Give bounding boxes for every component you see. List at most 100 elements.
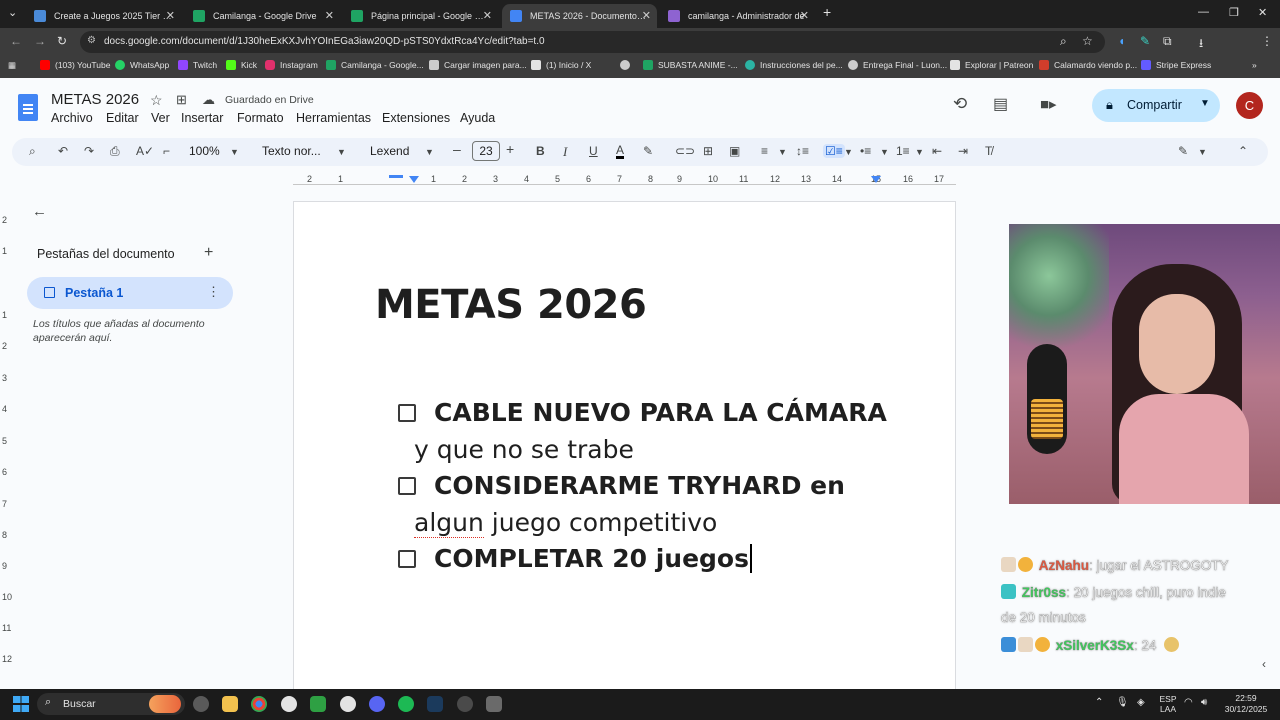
print-icon[interactable]: ⎙ bbox=[110, 144, 120, 159]
add-comment-icon[interactable]: ⊞ bbox=[703, 144, 713, 158]
close-tab-icon[interactable]: ✕ bbox=[642, 9, 651, 22]
document-title[interactable]: METAS 2026 bbox=[51, 91, 139, 108]
browser-menu-icon[interactable]: ⋮ bbox=[1261, 34, 1273, 48]
bookmark-star-icon[interactable]: ☆ bbox=[1082, 34, 1093, 48]
left-indent-marker[interactable] bbox=[409, 176, 419, 183]
horizontal-ruler[interactable]: 2 1 1 2 3 4 5 6 7 8 9 10 11 12 13 14 15 … bbox=[293, 172, 956, 186]
comments-icon[interactable]: ▤ bbox=[993, 94, 1008, 114]
menu-ayuda[interactable]: Ayuda bbox=[460, 111, 495, 125]
more-bookmarks-icon[interactable]: » bbox=[1252, 60, 1257, 70]
apps-grid-icon[interactable]: ▦ bbox=[8, 60, 16, 71]
tray-overflow-icon[interactable]: ⌃ bbox=[1095, 697, 1103, 708]
tab-search-icon[interactable]: ⌄ bbox=[8, 6, 17, 19]
numbered-list-icon[interactable]: 1≡ bbox=[896, 144, 910, 158]
maximize-window-icon[interactable]: ❐ bbox=[1229, 6, 1239, 19]
right-indent-marker[interactable] bbox=[871, 176, 881, 183]
taskbar-search[interactable]: ⌕ Buscar bbox=[37, 693, 185, 715]
settings-gear-icon[interactable] bbox=[340, 696, 356, 712]
menu-insertar[interactable]: Insertar bbox=[181, 111, 223, 125]
document-heading[interactable]: METAS 2026 bbox=[375, 282, 647, 328]
italic-icon[interactable]: I bbox=[563, 144, 567, 160]
bookmark-drive-camilanga[interactable]: Camilanga - Google... bbox=[326, 60, 424, 70]
bulleted-list-icon[interactable]: •≡ bbox=[860, 144, 871, 158]
add-tab-icon[interactable]: + bbox=[204, 244, 213, 262]
back-nav-icon[interactable]: ← bbox=[10, 34, 22, 48]
align-icon[interactable]: ≡ bbox=[761, 144, 768, 158]
spelling-error-word[interactable]: algun bbox=[414, 508, 484, 538]
menu-herramientas[interactable]: Herramientas bbox=[296, 111, 371, 125]
checklist-checkbox[interactable] bbox=[398, 404, 416, 422]
discord-icon[interactable] bbox=[369, 696, 385, 712]
paint-format-icon[interactable]: ⌐ bbox=[163, 144, 170, 158]
bold-icon[interactable]: B bbox=[536, 144, 545, 158]
bookmark-subasta-anime[interactable]: SUBASTA ANIME -... bbox=[643, 60, 738, 70]
move-folder-icon[interactable]: ⊞ bbox=[176, 92, 187, 108]
paragraph-style-select[interactable]: Texto nor... bbox=[262, 144, 321, 158]
close-window-icon[interactable]: ✕ bbox=[1258, 6, 1267, 19]
checklist-item-continuation[interactable]: algun juego competitivo bbox=[414, 504, 717, 541]
forward-nav-icon[interactable]: → bbox=[34, 34, 46, 48]
first-line-indent-marker[interactable] bbox=[389, 175, 403, 178]
menu-ver[interactable]: Ver bbox=[151, 111, 170, 125]
side-panel-expand-icon[interactable]: ‹ bbox=[1262, 657, 1266, 671]
insert-image-icon[interactable]: ▣ bbox=[729, 144, 740, 158]
bookmark-patreon[interactable]: Explorar | Patreon bbox=[950, 60, 1033, 70]
menu-formato[interactable]: Formato bbox=[237, 111, 284, 125]
url-field[interactable]: ⚙ docs.google.com/document/d/1J30heExKXJ… bbox=[80, 31, 1105, 53]
redo-icon[interactable]: ↷ bbox=[84, 144, 94, 158]
minimize-window-icon[interactable]: — bbox=[1198, 6, 1209, 18]
menu-extensiones[interactable]: Extensiones bbox=[382, 111, 450, 125]
checklist-item-text[interactable]: CONSIDERARME TRYHARD en bbox=[434, 467, 845, 504]
browser-tab-twitch-admin[interactable]: camilanga - Administrador de ✕ bbox=[660, 4, 815, 28]
text-color-icon[interactable]: A bbox=[616, 144, 625, 159]
insert-link-icon[interactable]: ⊂⊃ bbox=[675, 144, 695, 158]
extension-icon[interactable]: ◖ bbox=[1118, 34, 1125, 48]
version-history-icon[interactable]: ⟲ bbox=[953, 94, 967, 114]
bookmark-stripe[interactable]: Stripe Express bbox=[1141, 60, 1211, 70]
taskbar-app-icon[interactable] bbox=[193, 696, 209, 712]
bookmark-entrega-final[interactable]: Entrega Final - Luon... bbox=[848, 60, 947, 70]
bookmark-youtube[interactable]: (103) YouTube bbox=[40, 60, 110, 70]
browser-tab-drive-home[interactable]: Página principal - Google Drive ✕ bbox=[343, 4, 498, 28]
close-outline-back-icon[interactable]: ← bbox=[32, 203, 47, 220]
bookmark-globe[interactable] bbox=[620, 60, 635, 70]
browser-tab-metas-2026[interactable]: METAS 2026 - Documentos de ✕ bbox=[502, 4, 657, 28]
share-dropdown-icon[interactable]: ▼ bbox=[1200, 98, 1210, 109]
language-indicator[interactable]: ESP LAA bbox=[1159, 694, 1177, 714]
highlight-icon[interactable]: ✎ bbox=[643, 144, 653, 158]
new-tab-plus-icon[interactable]: + bbox=[823, 4, 831, 20]
windows-start-icon[interactable] bbox=[13, 696, 29, 712]
bookmark-instrucciones[interactable]: Instrucciones del pe... bbox=[745, 60, 843, 70]
bookmark-calamardo[interactable]: Calamardo viendo p... bbox=[1039, 60, 1137, 70]
spellcheck-icon[interactable]: A✓ bbox=[136, 144, 154, 158]
zoom-select[interactable]: 100% bbox=[189, 144, 220, 158]
search-menus-icon[interactable]: ⌕ bbox=[29, 144, 36, 159]
account-avatar[interactable]: C bbox=[1236, 92, 1263, 119]
site-info-icon[interactable]: ⚙ bbox=[87, 35, 96, 46]
clear-formatting-icon[interactable]: T̸ bbox=[985, 144, 992, 158]
menu-archivo[interactable]: Archivo bbox=[51, 111, 93, 125]
underline-icon[interactable]: U bbox=[589, 144, 598, 158]
decrease-font-size-icon[interactable]: – bbox=[453, 141, 461, 157]
close-tab-icon[interactable]: ✕ bbox=[800, 9, 809, 22]
taskbar-app-icon[interactable] bbox=[486, 696, 502, 712]
checklist-item-continuation[interactable]: y que no se trabe bbox=[414, 431, 634, 468]
clock[interactable]: 22:59 30/12/2025 bbox=[1222, 693, 1270, 715]
tray-app-icon[interactable]: ◈ bbox=[1137, 697, 1145, 708]
docs-logo-icon[interactable] bbox=[18, 94, 38, 121]
font-size-input[interactable]: 23 bbox=[472, 141, 500, 161]
steam-icon[interactable] bbox=[427, 696, 443, 712]
chrome-icon[interactable] bbox=[251, 696, 267, 712]
line-spacing-icon[interactable]: ↕≡ bbox=[796, 144, 809, 158]
tab-options-icon[interactable]: ⋮ bbox=[207, 284, 220, 300]
bookmark-instagram[interactable]: Instagram bbox=[265, 60, 318, 70]
taskbar-app-icon[interactable] bbox=[310, 696, 326, 712]
menu-editar[interactable]: Editar bbox=[106, 111, 139, 125]
editing-mode-icon[interactable]: ✎ bbox=[1178, 144, 1188, 158]
wifi-icon[interactable]: ◠ bbox=[1184, 697, 1193, 708]
bookmark-kick[interactable]: Kick bbox=[226, 60, 257, 70]
browser-tab-tier-list[interactable]: Create a Juegos 2025 Tier List - ✕ bbox=[26, 4, 181, 28]
file-explorer-icon[interactable] bbox=[222, 696, 238, 712]
checklist-checkbox[interactable] bbox=[398, 550, 416, 568]
bookmark-twitch[interactable]: Twitch bbox=[178, 60, 217, 70]
